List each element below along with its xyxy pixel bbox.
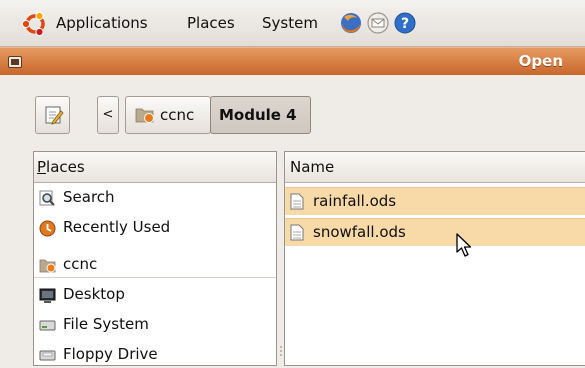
place-label: Floppy Drive [63,345,158,363]
search-icon [39,190,55,206]
path-button-ccnc[interactable]: ccnc [125,96,211,134]
places-menu[interactable]: Places [187,14,235,32]
place-item-desktop[interactable]: Desktop [37,284,273,308]
place-item-file-system[interactable]: File System [37,314,273,338]
grip-icon [280,346,282,356]
place-item-floppy-drive[interactable]: Floppy Drive [37,344,273,368]
spreadsheet-file-icon [290,193,304,210]
spreadsheet-file-icon [290,224,304,241]
place-label: ccnc [63,255,98,273]
svg-text:?: ? [401,16,409,32]
desktop-icon [39,288,56,303]
name-header-label: Name [290,158,335,176]
place-item-recently-used[interactable]: Recently Used [37,217,273,241]
window-titlebar[interactable]: Open [0,47,585,75]
places-header-rest: laces [46,158,85,176]
drive-icon [39,320,56,331]
applications-menu[interactable]: Applications [56,14,148,32]
places-header-label: Places [37,158,85,176]
floppy-icon [39,350,56,361]
place-item-search[interactable]: Search [37,187,273,211]
place-item-ccnc[interactable]: ccnc [37,254,273,278]
file-row-rainfall[interactable]: rainfall.ods [285,187,585,215]
file-name: snowfall.ods [313,223,406,241]
places-header-mnemonic: P [37,158,47,176]
path-label-module-4: Module 4 [219,106,297,124]
ubuntu-logo-icon[interactable] [22,11,48,37]
place-label: File System [63,315,149,333]
window-menu-icon[interactable] [8,56,22,68]
path-back-button[interactable]: < [97,96,119,134]
home-folder-icon [135,108,154,123]
place-label: Desktop [63,285,125,303]
places-pane[interactable]: Places Search Recently Used ccnc Desktop [33,151,277,366]
system-menu[interactable]: System [262,14,318,32]
firefox-icon[interactable] [339,11,363,35]
places-column-header[interactable]: Places [34,152,276,183]
files-pane[interactable]: Name rainfall.ods snowfall.ods [284,151,585,366]
mouse-cursor-icon [456,233,472,257]
path-label-ccnc: ccnc [160,106,195,124]
path-button-module-4[interactable]: Module 4 [210,96,311,134]
chevron-left-icon: < [102,107,114,122]
file-name: rainfall.ods [313,192,397,210]
place-label: Recently Used [63,218,171,236]
type-location-button[interactable] [35,96,70,134]
pencil-notepad-icon [45,106,64,125]
file-row-snowfall[interactable]: snowfall.ods [285,218,585,246]
place-label: Search [63,188,115,206]
home-folder-icon [39,259,56,273]
help-icon[interactable]: ? [393,11,417,35]
places-spacer [34,251,276,252]
mail-icon[interactable] [366,11,390,35]
name-column-header[interactable]: Name [285,152,585,183]
top-panel: Applications Places System ? [0,0,585,47]
window-title: Open [518,52,563,70]
recent-icon [39,220,56,237]
